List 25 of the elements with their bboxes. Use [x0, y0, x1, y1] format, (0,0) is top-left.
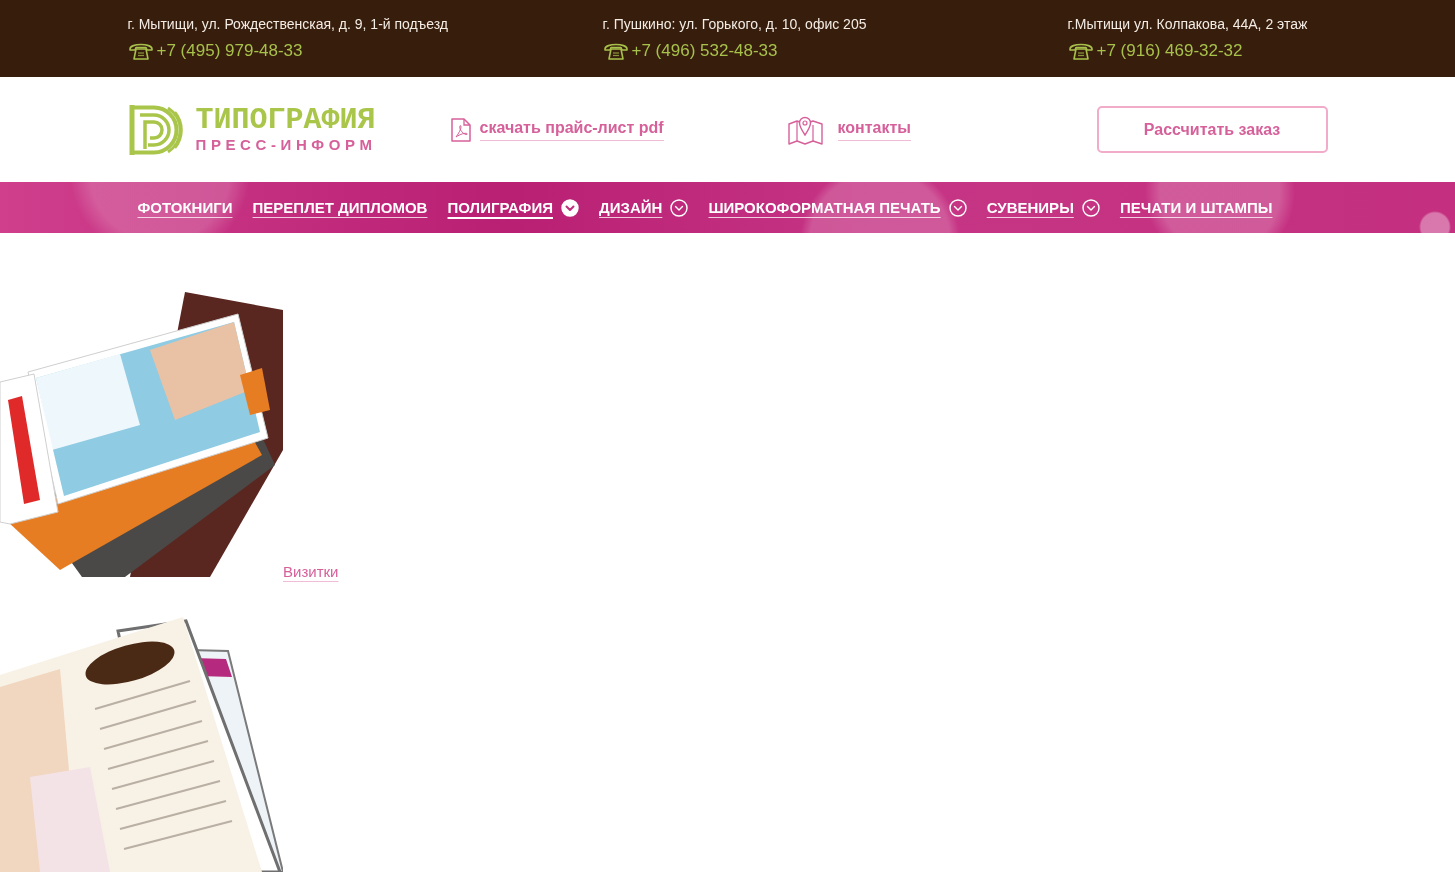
office-address: г.Мытищи ул. Колпакова, 44А, 2 этаж [1067, 15, 1309, 33]
phone-link[interactable]: +7 (495) 979-48-33 [156, 40, 303, 62]
nav-link[interactable]: ШИРОКОФОРМАТНАЯ ПЕЧАТЬ [708, 198, 967, 217]
telephone-icon [602, 41, 629, 61]
pdf-file-icon [450, 117, 471, 142]
logo-subtitle: ПРЕСС-ИНФОРМ [195, 136, 377, 154]
nav-link[interactable]: ФОТОКНИГИ [137, 198, 233, 217]
office-address: г. Пушкино: ул. Горького, д. 10, офис 205 [602, 15, 868, 33]
logo-icon [127, 102, 184, 157]
logo-title: ТИПОГРАФИЯ [195, 105, 377, 135]
phone-link[interactable]: +7 (916) 469-32-32 [1096, 40, 1243, 62]
nav-link[interactable]: ПЕЧАТИ И ШТАМПЫ [1119, 198, 1273, 217]
office-address: г. Мытищи, ул. Рождественская, д. 9, 1-й подъезд [127, 15, 449, 33]
product-link[interactable]: Визитки [283, 563, 339, 581]
telephone-icon [127, 41, 154, 61]
map-pin-icon [787, 114, 823, 145]
nav-link[interactable]: ПЕРЕПЛЕТ ДИПЛОМОВ [252, 198, 428, 217]
price-list-link[interactable]: скачать прайс-лист pdf [479, 118, 664, 141]
nav-link[interactable]: ПОЛИГРАФИЯ [447, 198, 579, 217]
phone-link[interactable]: +7 (496) 532-48-33 [631, 40, 778, 62]
nav-link[interactable]: ДИЗАЙН [599, 198, 689, 217]
nav-link[interactable]: СУВЕНИРЫ [986, 198, 1100, 217]
calculate-order-button[interactable]: Рассчитать заказ [1096, 106, 1328, 153]
contacts-link[interactable]: контакты [837, 118, 911, 141]
telephone-icon [1067, 41, 1094, 61]
